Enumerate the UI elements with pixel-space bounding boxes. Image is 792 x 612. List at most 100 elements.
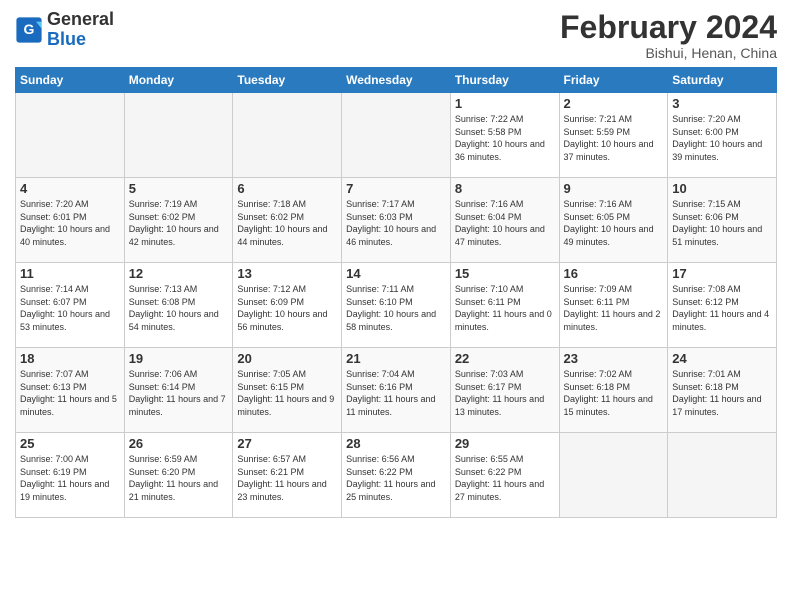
day-number: 18 bbox=[20, 351, 120, 366]
week-row-5: 25 Sunrise: 7:00 AMSunset: 6:19 PMDayligh… bbox=[16, 433, 777, 518]
day-number: 24 bbox=[672, 351, 772, 366]
day-number: 4 bbox=[20, 181, 120, 196]
day-info: Sunrise: 7:03 AMSunset: 6:17 PMDaylight:… bbox=[455, 368, 555, 418]
day-info: Sunrise: 7:18 AMSunset: 6:02 PMDaylight:… bbox=[237, 198, 337, 248]
day-number: 11 bbox=[20, 266, 120, 281]
day-number: 15 bbox=[455, 266, 555, 281]
col-header-friday: Friday bbox=[559, 68, 668, 93]
day-cell: 29 Sunrise: 6:55 AMSunset: 6:22 PMDayligh… bbox=[450, 433, 559, 518]
day-info: Sunrise: 7:22 AMSunset: 5:58 PMDaylight:… bbox=[455, 113, 555, 163]
week-row-3: 11 Sunrise: 7:14 AMSunset: 6:07 PMDayligh… bbox=[16, 263, 777, 348]
day-cell: 4 Sunrise: 7:20 AMSunset: 6:01 PMDaylight… bbox=[16, 178, 125, 263]
day-info: Sunrise: 7:04 AMSunset: 6:16 PMDaylight:… bbox=[346, 368, 446, 418]
day-info: Sunrise: 7:12 AMSunset: 6:09 PMDaylight:… bbox=[237, 283, 337, 333]
day-cell: 8 Sunrise: 7:16 AMSunset: 6:04 PMDaylight… bbox=[450, 178, 559, 263]
day-number: 16 bbox=[564, 266, 664, 281]
day-number: 17 bbox=[672, 266, 772, 281]
day-cell bbox=[124, 93, 233, 178]
day-info: Sunrise: 7:14 AMSunset: 6:07 PMDaylight:… bbox=[20, 283, 120, 333]
day-cell: 15 Sunrise: 7:10 AMSunset: 6:11 PMDayligh… bbox=[450, 263, 559, 348]
day-number: 12 bbox=[129, 266, 229, 281]
day-info: Sunrise: 7:16 AMSunset: 6:04 PMDaylight:… bbox=[455, 198, 555, 248]
page: G General Blue February 2024 Bishui, Hen… bbox=[0, 0, 792, 528]
day-info: Sunrise: 7:06 AMSunset: 6:14 PMDaylight:… bbox=[129, 368, 229, 418]
day-info: Sunrise: 7:20 AMSunset: 6:01 PMDaylight:… bbox=[20, 198, 120, 248]
day-info: Sunrise: 7:15 AMSunset: 6:06 PMDaylight:… bbox=[672, 198, 772, 248]
day-info: Sunrise: 7:17 AMSunset: 6:03 PMDaylight:… bbox=[346, 198, 446, 248]
day-number: 21 bbox=[346, 351, 446, 366]
day-cell bbox=[233, 93, 342, 178]
day-info: Sunrise: 7:09 AMSunset: 6:11 PMDaylight:… bbox=[564, 283, 664, 333]
day-number: 5 bbox=[129, 181, 229, 196]
day-cell: 22 Sunrise: 7:03 AMSunset: 6:17 PMDayligh… bbox=[450, 348, 559, 433]
day-number: 19 bbox=[129, 351, 229, 366]
day-number: 7 bbox=[346, 181, 446, 196]
day-number: 25 bbox=[20, 436, 120, 451]
week-row-2: 4 Sunrise: 7:20 AMSunset: 6:01 PMDaylight… bbox=[16, 178, 777, 263]
logo: G General Blue bbox=[15, 10, 114, 50]
logo-icon: G bbox=[15, 16, 43, 44]
day-cell: 23Sunrise: 7:02 AMSunset: 6:18 PMDayligh… bbox=[559, 348, 668, 433]
col-header-saturday: Saturday bbox=[668, 68, 777, 93]
week-row-1: 1 Sunrise: 7:22 AMSunset: 5:58 PMDaylight… bbox=[16, 93, 777, 178]
col-header-sunday: Sunday bbox=[16, 68, 125, 93]
location: Bishui, Henan, China bbox=[560, 45, 777, 61]
col-header-wednesday: Wednesday bbox=[342, 68, 451, 93]
day-info: Sunrise: 6:56 AMSunset: 6:22 PMDaylight:… bbox=[346, 453, 446, 503]
day-cell: 11 Sunrise: 7:14 AMSunset: 6:07 PMDayligh… bbox=[16, 263, 125, 348]
day-info: Sunrise: 7:05 AMSunset: 6:15 PMDaylight:… bbox=[237, 368, 337, 418]
day-number: 29 bbox=[455, 436, 555, 451]
header: G General Blue February 2024 Bishui, Hen… bbox=[15, 10, 777, 61]
day-number: 23 bbox=[564, 351, 664, 366]
header-row: SundayMondayTuesdayWednesdayThursdayFrid… bbox=[16, 68, 777, 93]
day-number: 27 bbox=[237, 436, 337, 451]
day-cell: 19 Sunrise: 7:06 AMSunset: 6:14 PMDayligh… bbox=[124, 348, 233, 433]
day-cell: 24 Sunrise: 7:01 AMSunset: 6:18 PMDayligh… bbox=[668, 348, 777, 433]
day-number: 28 bbox=[346, 436, 446, 451]
day-cell: 6Sunrise: 7:18 AMSunset: 6:02 PMDaylight… bbox=[233, 178, 342, 263]
day-info: Sunrise: 7:08 AMSunset: 6:12 PMDaylight:… bbox=[672, 283, 772, 333]
day-cell: 7 Sunrise: 7:17 AMSunset: 6:03 PMDaylight… bbox=[342, 178, 451, 263]
day-info: Sunrise: 7:16 AMSunset: 6:05 PMDaylight:… bbox=[564, 198, 664, 248]
week-row-4: 18 Sunrise: 7:07 AMSunset: 6:13 PMDayligh… bbox=[16, 348, 777, 433]
day-number: 13 bbox=[237, 266, 337, 281]
day-number: 3 bbox=[672, 96, 772, 111]
day-info: Sunrise: 7:21 AMSunset: 5:59 PMDaylight:… bbox=[564, 113, 664, 163]
day-info: Sunrise: 7:00 AMSunset: 6:19 PMDaylight:… bbox=[20, 453, 120, 503]
day-number: 22 bbox=[455, 351, 555, 366]
day-cell bbox=[342, 93, 451, 178]
day-number: 14 bbox=[346, 266, 446, 281]
day-info: Sunrise: 6:57 AMSunset: 6:21 PMDaylight:… bbox=[237, 453, 337, 503]
day-info: Sunrise: 7:20 AMSunset: 6:00 PMDaylight:… bbox=[672, 113, 772, 163]
day-info: Sunrise: 6:55 AMSunset: 6:22 PMDaylight:… bbox=[455, 453, 555, 503]
day-info: Sunrise: 7:01 AMSunset: 6:18 PMDaylight:… bbox=[672, 368, 772, 418]
day-cell bbox=[668, 433, 777, 518]
day-number: 1 bbox=[455, 96, 555, 111]
logo-line2: Blue bbox=[47, 30, 114, 50]
day-cell bbox=[559, 433, 668, 518]
calendar-table: SundayMondayTuesdayWednesdayThursdayFrid… bbox=[15, 67, 777, 518]
svg-text:G: G bbox=[24, 21, 35, 37]
month-title: February 2024 bbox=[560, 10, 777, 45]
day-number: 20 bbox=[237, 351, 337, 366]
day-cell: 27 Sunrise: 6:57 AMSunset: 6:21 PMDayligh… bbox=[233, 433, 342, 518]
day-info: Sunrise: 7:19 AMSunset: 6:02 PMDaylight:… bbox=[129, 198, 229, 248]
day-cell: 20 Sunrise: 7:05 AMSunset: 6:15 PMDayligh… bbox=[233, 348, 342, 433]
day-info: Sunrise: 7:13 AMSunset: 6:08 PMDaylight:… bbox=[129, 283, 229, 333]
logo-line1: General bbox=[47, 10, 114, 30]
col-header-tuesday: Tuesday bbox=[233, 68, 342, 93]
day-cell: 13 Sunrise: 7:12 AMSunset: 6:09 PMDayligh… bbox=[233, 263, 342, 348]
day-cell: 21 Sunrise: 7:04 AMSunset: 6:16 PMDayligh… bbox=[342, 348, 451, 433]
day-number: 8 bbox=[455, 181, 555, 196]
day-info: Sunrise: 7:11 AMSunset: 6:10 PMDaylight:… bbox=[346, 283, 446, 333]
day-cell: 2Sunrise: 7:21 AMSunset: 5:59 PMDaylight… bbox=[559, 93, 668, 178]
day-cell: 18 Sunrise: 7:07 AMSunset: 6:13 PMDayligh… bbox=[16, 348, 125, 433]
day-cell: 5 Sunrise: 7:19 AMSunset: 6:02 PMDaylight… bbox=[124, 178, 233, 263]
day-cell: 16 Sunrise: 7:09 AMSunset: 6:11 PMDayligh… bbox=[559, 263, 668, 348]
day-cell bbox=[16, 93, 125, 178]
day-info: Sunrise: 7:07 AMSunset: 6:13 PMDaylight:… bbox=[20, 368, 120, 418]
day-cell: 26Sunrise: 6:59 AMSunset: 6:20 PMDayligh… bbox=[124, 433, 233, 518]
day-cell: 25 Sunrise: 7:00 AMSunset: 6:19 PMDayligh… bbox=[16, 433, 125, 518]
day-cell: 9Sunrise: 7:16 AMSunset: 6:05 PMDaylight… bbox=[559, 178, 668, 263]
day-info: Sunrise: 7:10 AMSunset: 6:11 PMDaylight:… bbox=[455, 283, 555, 333]
